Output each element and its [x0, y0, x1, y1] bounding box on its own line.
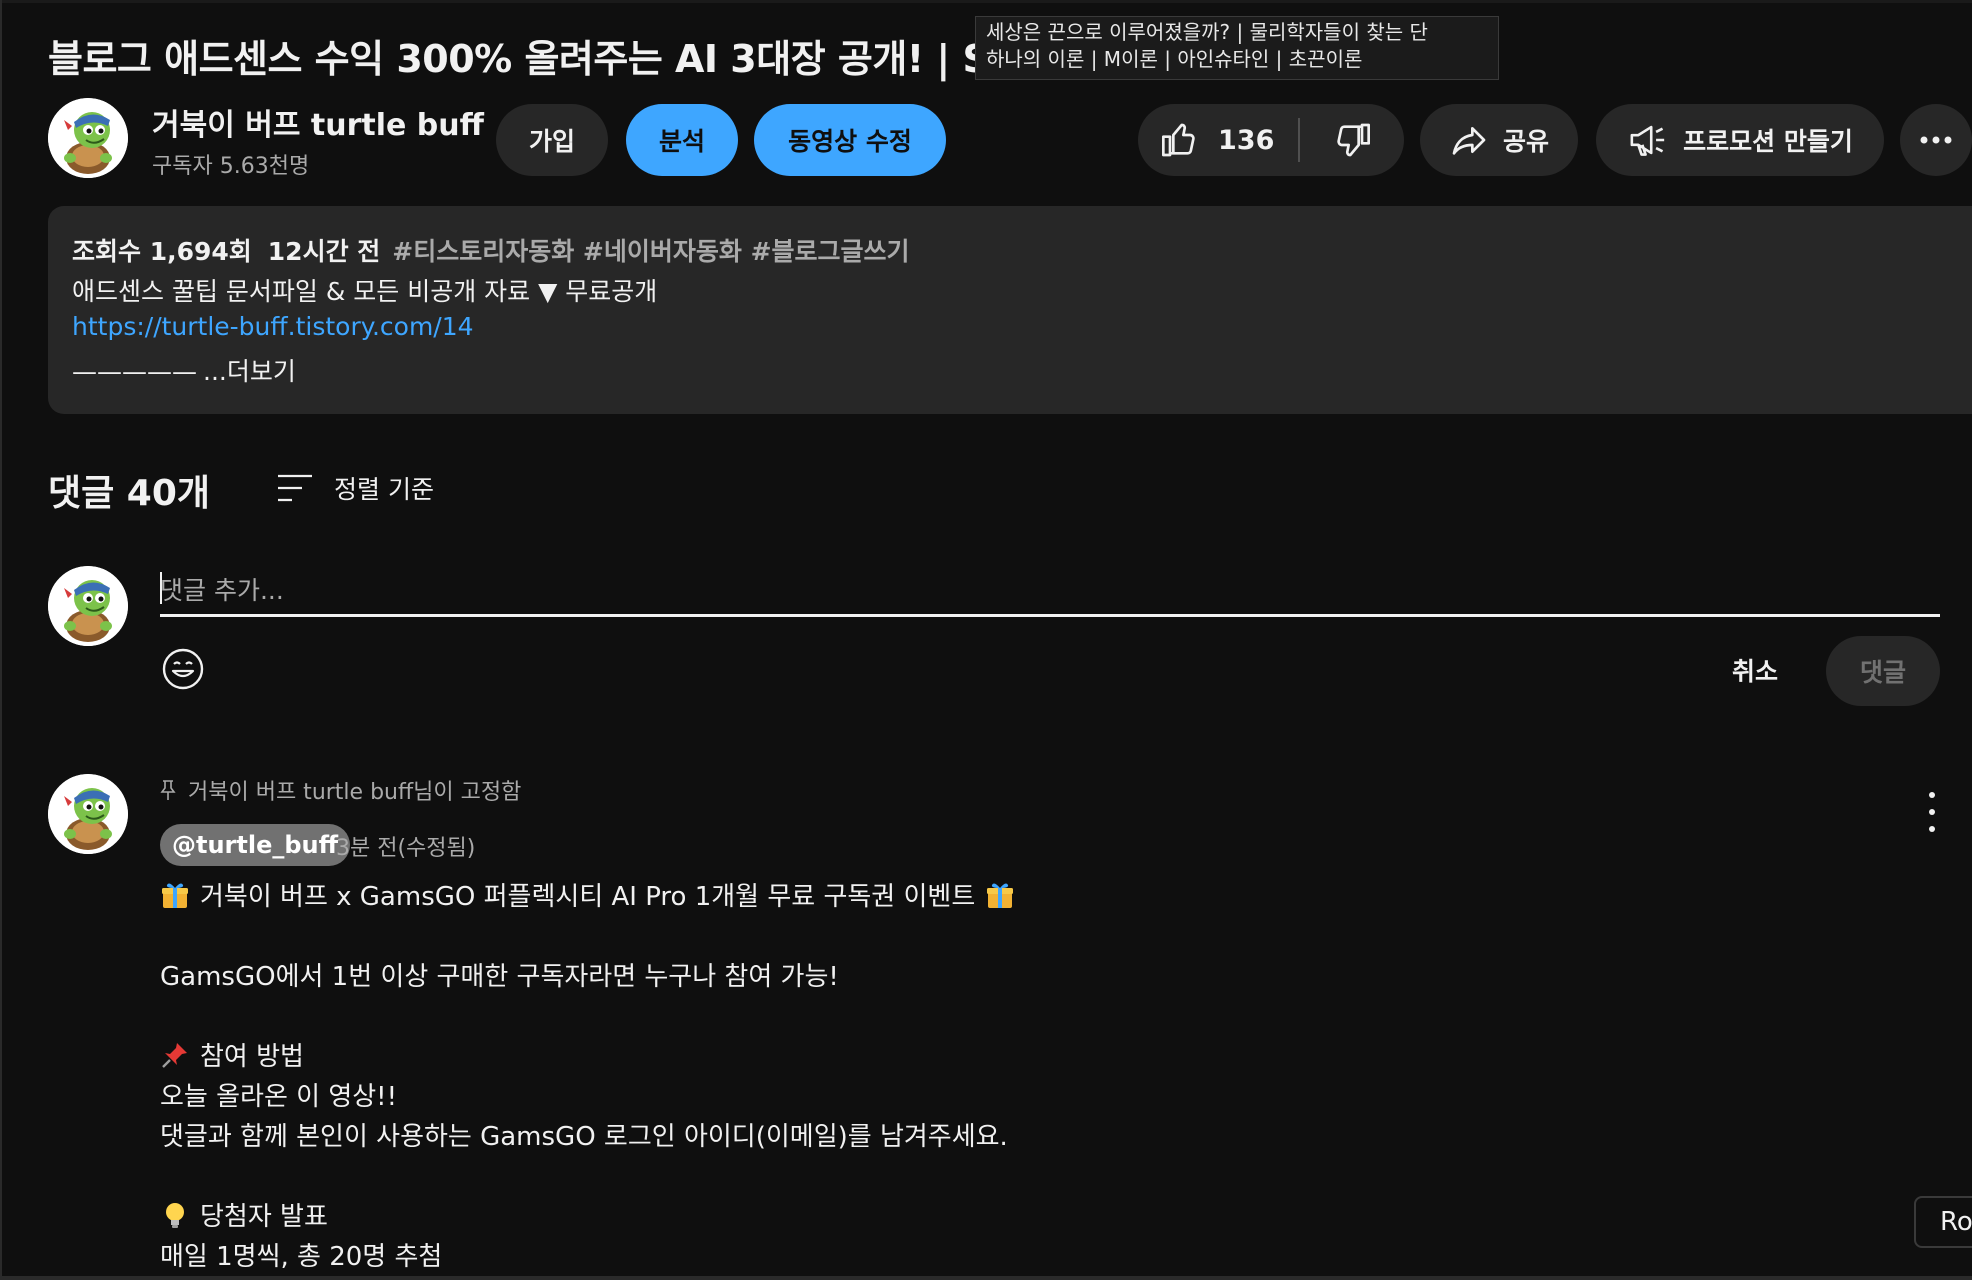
top-strip: [0, 0, 1972, 3]
kebab-dot: [1929, 792, 1935, 798]
turtle-avatar-icon: [48, 98, 128, 178]
channel-name[interactable]: 거북이 버프 turtle buff: [152, 100, 484, 144]
comment-text-line1: 거북이 버프 x GamsGO 퍼플렉시티 AI Pro 1개월 무료 구독권 …: [200, 882, 976, 912]
pinned-indicator: 거북이 버프 turtle buff님이 고정함: [160, 774, 521, 806]
sort-icon: [276, 473, 314, 503]
tooltip-line-2: 하나의 이론 | M이론 | 아인슈타인 | 초끈이론: [986, 47, 1363, 71]
description-box[interactable]: 조회수 1,694회 12시간 전 #티스토리자동화 #네이버자동화 #블로그글쓰기…: [48, 206, 1972, 414]
comment-line: GamsGO에서 1번 이상 구매한 구독자라면 누구나 참여 가능!: [160, 962, 839, 992]
join-button[interactable]: 가입: [496, 104, 608, 176]
share-label: 공유: [1502, 127, 1549, 156]
comment-line: 거북이 버프 x GamsGO 퍼플렉시티 AI Pro 1개월 무료 구독권 …: [160, 876, 1015, 913]
promote-button[interactable]: 프로모션 만들기: [1596, 104, 1884, 176]
pin-icon: [160, 779, 176, 801]
kebab-dot: [1929, 826, 1935, 832]
comment-input[interactable]: [160, 566, 1940, 617]
like-dislike-group: 136: [1138, 104, 1404, 176]
megaphone-icon: [1627, 120, 1669, 160]
edit-video-button[interactable]: 동영상 수정: [754, 104, 946, 176]
like-count: 136: [1218, 124, 1275, 156]
hover-tooltip: 세상은 끈으로 이루어졌을까? | 물리학자들이 찾는 단 하나의 이론 | M…: [975, 16, 1499, 80]
comment-menu-button[interactable]: [1922, 792, 1942, 832]
share-icon: [1449, 120, 1489, 160]
comment-line: 참여 방법: [160, 1036, 304, 1073]
description-link[interactable]: https://turtle-buff.tistory.com/14: [72, 312, 474, 341]
comment-text-line6: 당첨자 발표: [200, 1202, 328, 1232]
comment-count: 댓글 40개: [48, 473, 210, 514]
gift-icon: [160, 880, 190, 910]
text-caret: [160, 572, 162, 604]
thumbs-down-icon: [1337, 123, 1370, 157]
upload-time: 12시간 전: [267, 237, 381, 266]
like-button[interactable]: 136: [1138, 104, 1300, 176]
sort-button[interactable]: 정렬 기준: [276, 468, 434, 508]
description-dashes: —————: [72, 357, 197, 386]
pushpin-icon: [160, 1040, 190, 1070]
show-more-link[interactable]: ...더보기: [203, 357, 296, 386]
smiley-icon: [162, 648, 204, 690]
description-line: 애드센스 꿀팁 문서파일 & 모든 비공개 자료 ▼ 무료공개: [72, 277, 658, 306]
cancel-button[interactable]: 취소: [1700, 640, 1810, 700]
subscriber-count: 구독자 5.63천명: [152, 154, 310, 179]
left-border: [0, 0, 2, 1280]
kebab-dot: [1929, 809, 1935, 815]
share-button[interactable]: 공유: [1420, 104, 1578, 176]
user-avatar[interactable]: [48, 566, 128, 646]
hashtags[interactable]: #티스토리자동화 #네이버자동화 #블로그글쓰기: [392, 237, 909, 266]
submit-comment-button[interactable]: 댓글: [1826, 636, 1940, 706]
comment-line: 댓글과 함께 본인이 사용하는 GamsGO 로그인 아이디(이메일)를 남겨주…: [160, 1122, 1008, 1152]
view-count: 조회수 1,694회: [72, 237, 252, 266]
thumbs-up-icon: [1162, 123, 1195, 157]
description-meta: 조회수 1,694회 12시간 전 #티스토리자동화 #네이버자동화 #블로그글쓰기: [72, 232, 910, 268]
comment-line: 당첨자 발표: [160, 1196, 328, 1233]
comment-author-avatar[interactable]: [48, 774, 128, 854]
gift-icon: [985, 880, 1015, 910]
more-horizontal-icon: [1920, 136, 1952, 144]
more-actions-button[interactable]: [1900, 104, 1972, 176]
comment-line: 매일 1명씩, 총 20명 추첨: [160, 1242, 443, 1272]
description-more-row: ————— ...더보기: [72, 352, 296, 388]
bottom-border: [0, 1276, 1972, 1280]
lightbulb-icon: [160, 1200, 190, 1230]
pinned-by-label: 거북이 버프 turtle buff님이 고정함: [188, 780, 522, 805]
comment-line: 오늘 올라온 이 영상!!: [160, 1082, 397, 1112]
comment-author-handle[interactable]: @turtle_buff: [160, 824, 351, 866]
analytics-button[interactable]: 분석: [626, 104, 738, 176]
youtube-watch-page: 블로그 애드센스 수익 300% 올려주는 AI 3대장 공개! | SEO 세…: [0, 0, 1972, 1280]
tooltip-line-1: 세상은 끈으로 이루어졌을까? | 물리학자들이 찾는 단: [986, 20, 1428, 44]
channel-avatar[interactable]: [48, 98, 128, 178]
sort-label: 정렬 기준: [334, 475, 434, 504]
promote-label: 프로모션 만들기: [1683, 127, 1853, 156]
dislike-button[interactable]: [1300, 104, 1404, 176]
turtle-avatar-icon: [48, 566, 128, 646]
emoji-button[interactable]: [160, 646, 206, 692]
video-title: 블로그 애드센스 수익 300% 올려주는 AI 3대장 공개! | SEO: [48, 37, 978, 81]
comment-text-line3: 참여 방법: [200, 1042, 304, 1072]
floating-ro-button[interactable]: Ro: [1914, 1196, 1972, 1248]
turtle-avatar-icon: [48, 774, 128, 854]
comment-time[interactable]: 3분 전(수정됨): [336, 830, 475, 862]
